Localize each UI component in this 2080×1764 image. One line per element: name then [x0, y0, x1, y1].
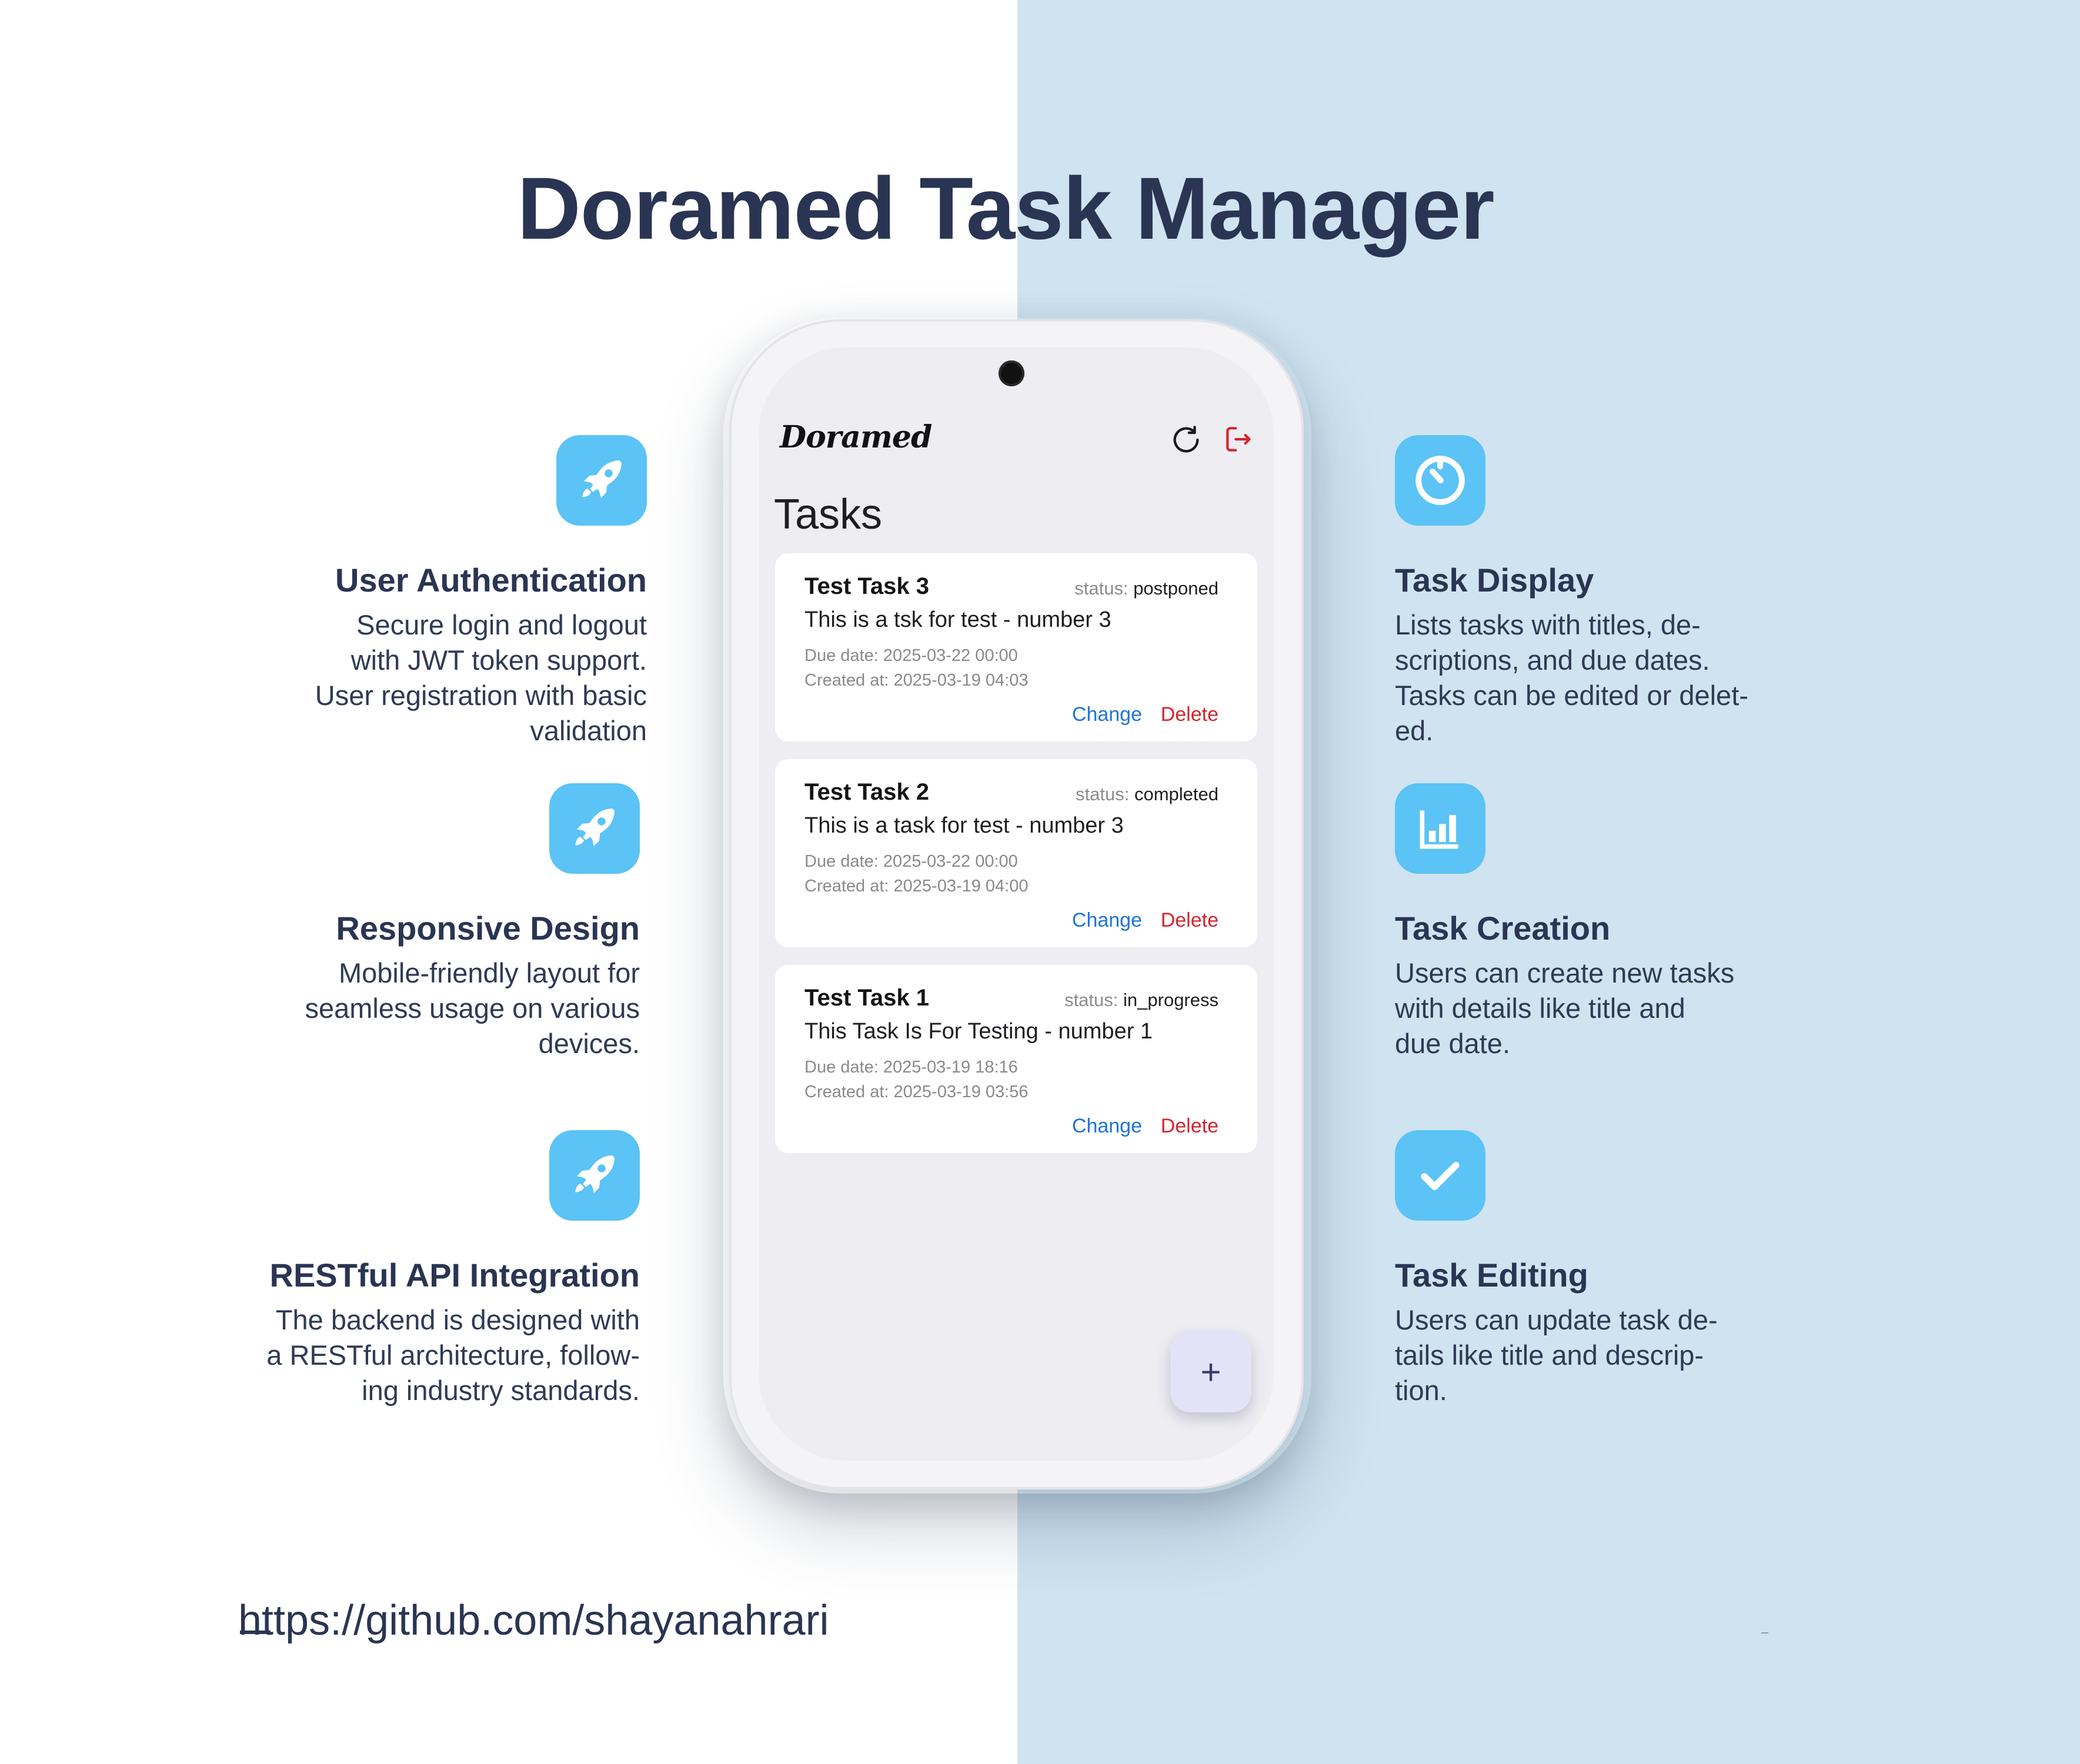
task-description: This Task Is For Testing - number 1 — [804, 1019, 1153, 1044]
feature-description: Lists tasks with titles, de- scriptions,… — [1395, 607, 1807, 749]
feature-title: Task Creation — [1395, 910, 1611, 947]
task-status: status: in_progress — [1064, 990, 1218, 1011]
change-button[interactable]: Change — [1072, 909, 1142, 932]
phone-screen: Doramed Tasks Test Task 3 status: postpo… — [759, 348, 1274, 1461]
chart-icon — [1395, 783, 1485, 874]
status-label: status: — [1074, 578, 1129, 599]
feature-title: Task Display — [1395, 562, 1594, 599]
task-title: Test Task 3 — [804, 573, 929, 599]
feature-line: scriptions, and due dates. — [1395, 644, 1710, 676]
task-due-date: Due date: 2025-03-22 00:00 — [804, 852, 1018, 871]
feature-line: Mobile-friendly layout for — [339, 957, 640, 988]
feature-line: Lists tasks with titles, de- — [1395, 609, 1701, 640]
change-button[interactable]: Change — [1072, 703, 1142, 726]
task-due-date: Due date: 2025-03-19 18:16 — [804, 1058, 1018, 1077]
delete-button[interactable]: Delete — [1161, 1115, 1218, 1138]
delete-button[interactable]: Delete — [1161, 909, 1218, 932]
status-value: in_progress — [1123, 990, 1218, 1010]
feature-task-editing: Task Editing Users can update task de- t… — [1395, 1130, 1807, 1408]
task-title: Test Task 1 — [804, 985, 929, 1011]
app-logo: Doramed — [780, 419, 932, 455]
feature-line: Users can create new tasks — [1395, 957, 1735, 988]
status-value: postponed — [1133, 578, 1218, 599]
task-created-at: Created at: 2025-03-19 03:56 — [804, 1083, 1029, 1101]
feature-line: due date. — [1395, 1028, 1511, 1059]
feature-responsive-design: Responsive Design Mobile-friendly layout… — [228, 783, 640, 1061]
feature-title: User Authentication — [335, 562, 647, 599]
camera-icon — [999, 360, 1024, 386]
add-task-button[interactable]: + — [1170, 1331, 1251, 1412]
rocket-icon — [549, 1130, 640, 1221]
task-card: Test Task 1 status: in_progress This Tas… — [775, 965, 1257, 1153]
page-title: Doramed Task Manager — [517, 159, 1494, 258]
feature-description: Mobile-friendly layout for seamless usag… — [228, 956, 640, 1061]
feature-title: Responsive Design — [336, 910, 640, 947]
phone-frame: Doramed Tasks Test Task 3 status: postpo… — [729, 319, 1304, 1489]
github-link[interactable]: https://github.com/shayanahrari — [238, 1596, 829, 1645]
feature-line: Users can update task de- — [1395, 1304, 1718, 1335]
refresh-button[interactable] — [1169, 423, 1203, 457]
feature-line: The backend is designed with — [275, 1304, 640, 1335]
feature-line: validation — [530, 715, 647, 746]
feature-description: Secure login and logout with JWT token s… — [235, 607, 647, 749]
task-title: Test Task 2 — [804, 779, 929, 805]
timer-icon — [1395, 435, 1485, 526]
feature-user-authentication: User Authentication Secure login and log… — [235, 435, 647, 749]
feature-task-creation: Task Creation Users can create new tasks… — [1395, 783, 1807, 1061]
feature-line: ing industry standards. — [362, 1375, 640, 1406]
feature-title: Task Editing — [1395, 1257, 1588, 1294]
feature-line: Tasks can be edited or delet- — [1395, 680, 1748, 711]
feature-line: User registration with basic — [315, 680, 647, 711]
feature-line: a RESTful architecture, follow- — [266, 1339, 640, 1371]
refresh-icon — [1173, 426, 1199, 453]
delete-button[interactable]: Delete — [1161, 703, 1218, 726]
task-due-date: Due date: 2025-03-22 00:00 — [804, 646, 1018, 665]
feature-restful-api: RESTful API Integration The backend is d… — [228, 1130, 640, 1408]
status-label: status: — [1076, 784, 1130, 804]
task-description: This is a task for test - number 3 — [804, 813, 1124, 838]
task-created-at: Created at: 2025-03-19 04:03 — [804, 671, 1029, 690]
task-card: Test Task 3 status: postponed This is a … — [775, 553, 1257, 741]
check-icon — [1395, 1130, 1485, 1221]
decorative-mark — [1761, 1632, 1768, 1633]
task-description: This is a tsk for test - number 3 — [804, 607, 1111, 632]
feature-line: seamless usage on various — [305, 993, 640, 1024]
status-value: completed — [1134, 784, 1218, 804]
feature-description: Users can update task de- tails like tit… — [1395, 1302, 1807, 1408]
feature-line: Secure login and logout — [356, 609, 647, 640]
feature-line: with details like title and — [1395, 993, 1685, 1024]
feature-line: tion. — [1395, 1375, 1447, 1406]
rocket-icon — [549, 783, 640, 874]
feature-line: with JWT token support. — [350, 644, 647, 676]
task-created-at: Created at: 2025-03-19 04:00 — [804, 877, 1029, 896]
task-card: Test Task 2 status: completed This is a … — [775, 759, 1257, 947]
feature-task-display: Task Display Lists tasks with titles, de… — [1395, 435, 1807, 749]
task-status: status: completed — [1076, 784, 1218, 805]
feature-line: ed. — [1395, 715, 1434, 746]
feature-line: tails like title and descrip- — [1395, 1339, 1704, 1371]
status-label: status: — [1064, 990, 1119, 1010]
feature-description: Users can create new tasks with details … — [1395, 956, 1807, 1061]
change-button[interactable]: Change — [1072, 1115, 1142, 1138]
feature-line: devices. — [538, 1028, 640, 1059]
logout-icon — [1226, 427, 1251, 452]
tasks-heading: Tasks — [774, 491, 883, 538]
rocket-icon — [556, 435, 647, 526]
task-status: status: postponed — [1074, 578, 1218, 599]
feature-title: RESTful API Integration — [269, 1257, 640, 1294]
feature-description: The backend is designed with a RESTful a… — [228, 1302, 640, 1408]
logout-button[interactable] — [1222, 423, 1255, 456]
